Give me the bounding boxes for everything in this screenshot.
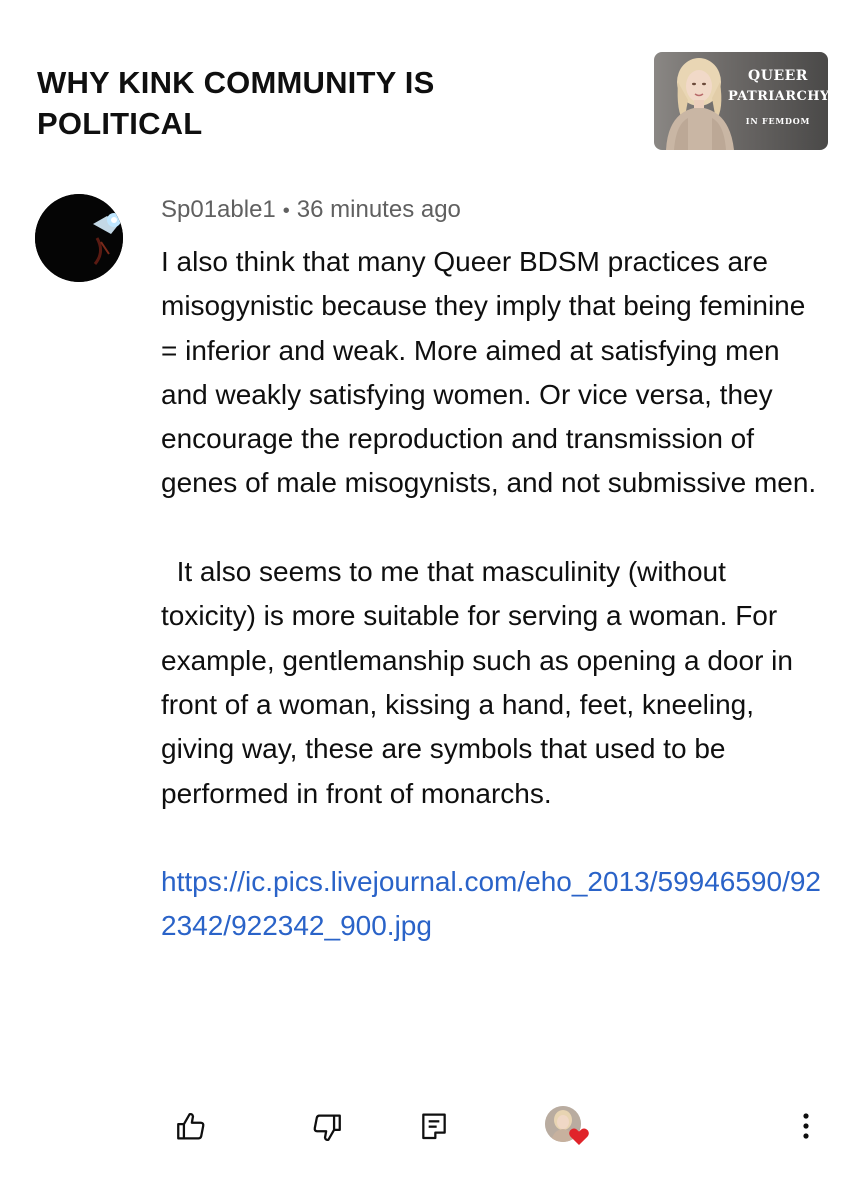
thumbnail-text-in-femdom: IN FEMDOM (745, 116, 811, 126)
comment-timestamp: 36 minutes ago (296, 196, 461, 223)
comment-meta: Sp01able1 • 36 minutes ago (161, 196, 461, 224)
heart-icon (569, 1128, 589, 1145)
thumbs-down-icon (313, 1114, 341, 1142)
comment-link[interactable]: https://ic.pics.livejournal.com/eho_2013… (161, 860, 826, 949)
video-header: WHY KINK COMMUNITY IS POLITICAL QUEER PA… (0, 0, 862, 170)
more-options-button[interactable] (792, 1106, 820, 1146)
avatar-image (35, 194, 123, 282)
reply-icon (422, 1113, 446, 1140)
comment-paragraph-1: I also think that many Queer BDSM practi… (161, 246, 817, 499)
thumbnail-text-queer: QUEER (748, 68, 808, 84)
dislike-button[interactable] (308, 1108, 346, 1146)
reply-button[interactable] (416, 1108, 452, 1144)
creator-heart-badge[interactable] (545, 1106, 593, 1150)
like-button[interactable] (172, 1108, 210, 1146)
thumbnail-text-patriarchy: PATRIARCHY (728, 89, 828, 104)
comment-body: I also think that many Queer BDSM practi… (161, 240, 826, 949)
author-avatar[interactable] (35, 194, 123, 282)
comment-paragraph-2: It also seems to me that masculinity (wi… (161, 556, 801, 809)
thumbs-up-icon (177, 1112, 205, 1140)
video-title[interactable]: WHY KINK COMMUNITY IS POLITICAL (37, 62, 577, 144)
video-thumbnail[interactable]: QUEER PATRIARCHY IN FEMDOM (654, 52, 828, 150)
author-name[interactable]: Sp01able1 (161, 196, 276, 223)
meta-separator: • (282, 200, 290, 222)
more-vert-icon (803, 1113, 809, 1139)
comment-action-bar (0, 1100, 862, 1160)
